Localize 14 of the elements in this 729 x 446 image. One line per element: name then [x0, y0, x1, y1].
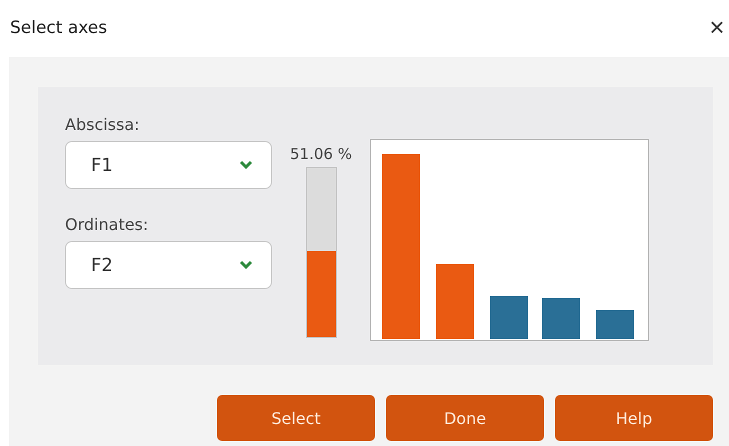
window-title: Select axes [10, 18, 108, 38]
dialog-button[interactable]: Select [217, 395, 375, 441]
dialog-button[interactable]: Help [555, 395, 713, 441]
ordinates-dropdown[interactable]: F2 [65, 241, 272, 289]
abscissa-label: Abscissa: [65, 115, 141, 136]
dropdown-value: F1 [91, 154, 113, 176]
ordinates-label: Ordinates: [65, 215, 150, 236]
abscissa-dropdown[interactable]: F1 [65, 141, 272, 189]
dropdown-value: F2 [91, 254, 113, 276]
chevron-down-icon [239, 160, 253, 170]
close-button[interactable]: × [705, 12, 729, 42]
chevron-down-icon [239, 260, 253, 270]
percentage-reading: 51.06 % [290, 144, 352, 164]
dialog-button[interactable]: Done [386, 395, 544, 441]
